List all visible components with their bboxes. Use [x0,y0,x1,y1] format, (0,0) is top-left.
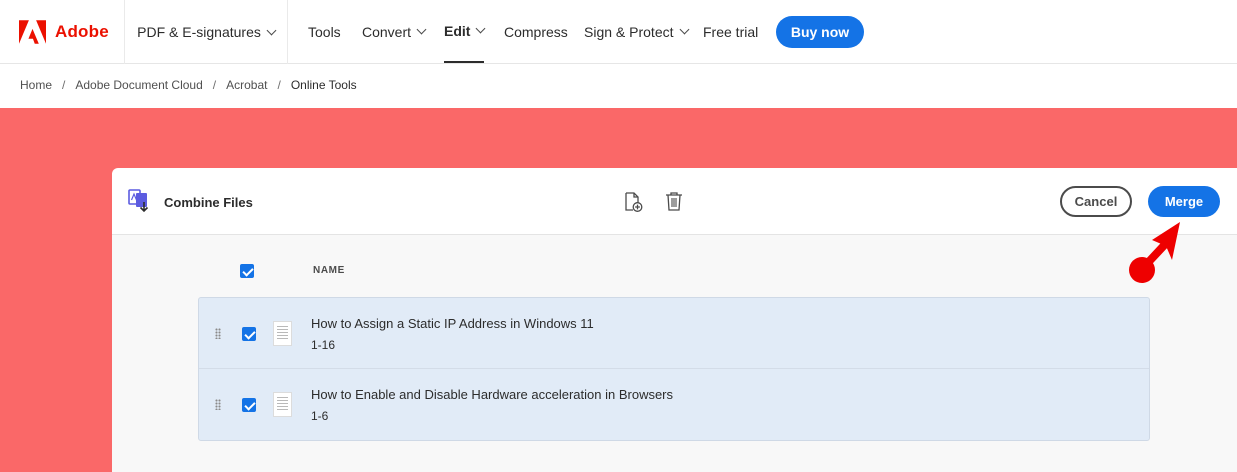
file-thumbnail [273,392,292,417]
nav-free-trial-label: Free trial [703,23,759,40]
nav-compress-label: Compress [504,23,568,40]
chevron-down-icon [416,24,427,35]
nav-compress[interactable]: Compress [504,0,568,63]
file-checkbox[interactable] [242,327,256,341]
nav-convert-label: Convert [362,23,412,40]
nav-sign-protect-label: Sign & Protect [584,23,674,40]
nav-edit[interactable]: Edit [444,0,486,63]
combine-files-icon [128,189,149,213]
breadcrumb-current: Online Tools [290,78,357,92]
file-row[interactable]: How to Enable and Disable Hardware accel… [199,369,1149,440]
buy-now-button[interactable]: Buy now [776,16,864,48]
file-thumbnail [273,321,292,346]
breadcrumb-separator: / [212,78,217,92]
file-name: How to Enable and Disable Hardware accel… [311,387,674,402]
chevron-down-icon [266,25,277,35]
cancel-button[interactable]: Cancel [1060,186,1132,217]
nav-pdf-label: PDF & E-signatures [137,24,261,40]
top-navigation: Adobe PDF & E-signatures Tools Convert E… [0,0,1237,64]
chevron-down-icon [476,23,486,34]
breadcrumb-document-cloud[interactable]: Adobe Document Cloud [75,78,202,92]
adobe-brand-link[interactable]: Adobe [0,0,125,64]
panel-header: Combine Files Cancel Merge [112,168,1237,235]
adobe-logo-icon [19,20,46,44]
select-all-checkbox[interactable] [240,264,254,278]
drag-handle-icon[interactable] [215,328,221,339]
nav-tools-label: Tools [308,23,341,40]
column-header-name: NAME [313,265,345,276]
trash-icon[interactable] [665,191,683,211]
nav-tools[interactable]: Tools [308,0,341,63]
file-list: How to Assign a Static IP Address in Win… [198,297,1150,441]
combine-files-panel: Combine Files Cancel Merge NAME How to A… [112,168,1237,472]
drag-handle-icon[interactable] [215,399,221,410]
nav-sign-protect[interactable]: Sign & Protect [584,0,689,63]
breadcrumb-acrobat[interactable]: Acrobat [226,78,267,92]
breadcrumb-separator: / [62,78,66,92]
breadcrumb-home[interactable]: Home [20,78,52,92]
chevron-down-icon [679,24,689,35]
breadcrumb: Home / Adobe Document Cloud / Acrobat / … [20,78,357,92]
nav-edit-label: Edit [444,22,471,39]
annotation-arrow-icon [1129,222,1180,283]
file-row[interactable]: How to Assign a Static IP Address in Win… [199,298,1149,369]
breadcrumb-separator: / [277,78,281,92]
panel-title: Combine Files [164,195,253,210]
file-page-range: 1-6 [311,409,329,423]
file-checkbox[interactable] [242,398,256,412]
add-file-icon[interactable] [623,192,643,212]
merge-button[interactable]: Merge [1148,186,1220,217]
file-name: How to Assign a Static IP Address in Win… [311,316,594,331]
nav-convert[interactable]: Convert [362,0,427,63]
brand-name: Adobe [55,22,109,41]
nav-pdf-esignatures[interactable]: PDF & E-signatures [125,0,288,64]
file-page-range: 1-16 [311,338,336,352]
file-list-area: NAME How to Assign a Static IP Address i… [112,235,1237,472]
nav-free-trial[interactable]: Free trial [703,0,758,63]
